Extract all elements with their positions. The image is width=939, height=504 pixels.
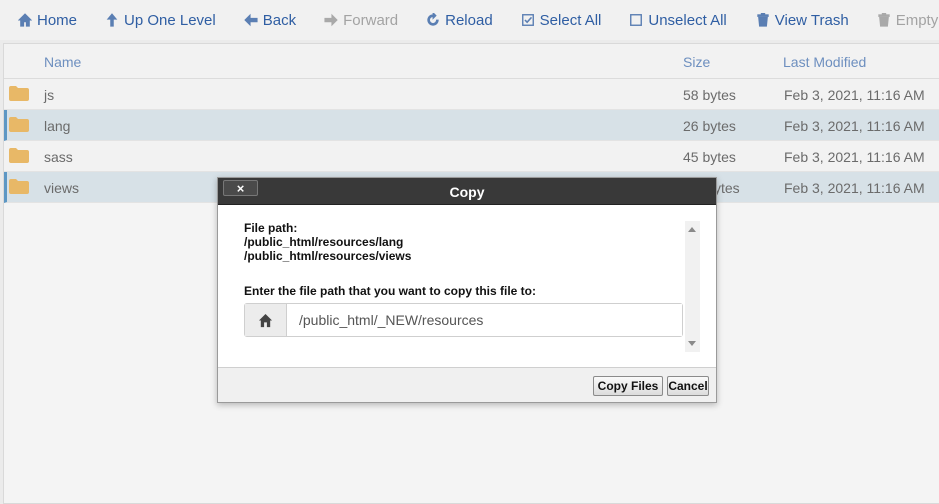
up-one-level-label: Up One Level xyxy=(124,11,216,29)
dialog-header: × Copy xyxy=(218,178,716,205)
arrow-left-icon xyxy=(243,12,259,28)
column-header-name[interactable]: Name xyxy=(44,54,81,70)
select-all-button[interactable]: Select All xyxy=(520,0,602,40)
forward-button[interactable]: Forward xyxy=(323,0,398,40)
file-modified: Feb 3, 2021, 11:16 AM xyxy=(784,149,925,165)
copy-dialog: × Copy File path: /public_html/resources… xyxy=(217,177,717,403)
file-modified: Feb 3, 2021, 11:16 AM xyxy=(784,118,925,134)
file-name: js xyxy=(44,87,55,103)
home-label: Home xyxy=(37,11,78,29)
select-all-label: Select All xyxy=(539,11,602,29)
destination-field xyxy=(244,303,683,337)
column-header-last-modified[interactable]: Last Modified xyxy=(783,54,866,70)
file-size: 45 bytes xyxy=(683,149,736,165)
forward-label: Forward xyxy=(343,11,399,29)
dialog-body: File path: /public_html/resources/lang /… xyxy=(218,206,716,367)
file-path-item: /public_html/resources/lang xyxy=(244,235,404,249)
table-header: Name Size Last Modified xyxy=(4,44,939,79)
dialog-footer: Copy Files Cancel xyxy=(218,367,716,402)
home-button[interactable]: Home xyxy=(17,0,77,40)
arrow-up-icon xyxy=(104,12,120,28)
table-row[interactable]: sass 45 bytes Feb 3, 2021, 11:16 AM xyxy=(4,141,939,172)
table-row[interactable]: lang 26 bytes Feb 3, 2021, 11:16 AM xyxy=(4,110,939,141)
arrow-right-icon xyxy=(323,12,339,28)
cancel-button[interactable]: Cancel xyxy=(667,376,709,396)
file-name: lang xyxy=(44,118,71,134)
back-label: Back xyxy=(262,11,297,29)
unselect-all-button[interactable]: Unselect All xyxy=(628,0,727,40)
view-trash-label: View Trash xyxy=(774,11,849,29)
folder-icon xyxy=(9,148,29,163)
file-modified: Feb 3, 2021, 11:16 AM xyxy=(784,87,925,103)
scroll-down-arrow-icon[interactable] xyxy=(688,341,696,346)
column-header-size[interactable]: Size xyxy=(683,54,710,70)
empty-trash-label: Empty Trash xyxy=(895,11,939,29)
copy-files-button[interactable]: Copy Files xyxy=(593,376,663,396)
file-path-item: /public_html/resources/views xyxy=(244,249,412,263)
file-manager-toolbar: Home Up One Level Back Forward Reload Se… xyxy=(0,0,939,40)
up-one-level-button[interactable]: Up One Level xyxy=(104,0,216,40)
folder-icon xyxy=(9,117,29,132)
back-button[interactable]: Back xyxy=(243,0,296,40)
file-size: 58 bytes xyxy=(683,87,736,103)
file-name: views xyxy=(44,180,80,196)
destination-path-input[interactable] xyxy=(287,304,682,336)
dialog-scrollbar[interactable] xyxy=(685,221,700,352)
empty-trash-button[interactable]: Empty Trash xyxy=(876,0,939,40)
trash-icon xyxy=(755,12,771,28)
checkbox-checked-icon xyxy=(520,12,536,28)
home-icon xyxy=(245,304,287,336)
file-modified: Feb 3, 2021, 11:16 AM xyxy=(784,180,925,196)
folder-icon xyxy=(9,86,29,101)
file-path-label: File path: xyxy=(244,221,298,235)
reload-button[interactable]: Reload xyxy=(425,0,493,40)
table-row[interactable]: js 58 bytes Feb 3, 2021, 11:16 AM xyxy=(4,79,939,110)
file-name: sass xyxy=(44,149,73,165)
refresh-icon xyxy=(425,12,441,28)
trash-icon xyxy=(876,12,892,28)
folder-icon xyxy=(9,179,29,194)
scroll-up-arrow-icon[interactable] xyxy=(688,227,696,232)
destination-prompt: Enter the file path that you want to cop… xyxy=(244,284,537,298)
home-icon xyxy=(17,12,33,28)
checkbox-empty-icon xyxy=(628,12,644,28)
view-trash-button[interactable]: View Trash xyxy=(755,0,849,40)
file-size: 26 bytes xyxy=(683,118,736,134)
unselect-all-label: Unselect All xyxy=(648,11,727,29)
file-size: ytes xyxy=(714,180,740,196)
dialog-title: Copy xyxy=(449,184,485,200)
reload-label: Reload xyxy=(445,11,493,29)
